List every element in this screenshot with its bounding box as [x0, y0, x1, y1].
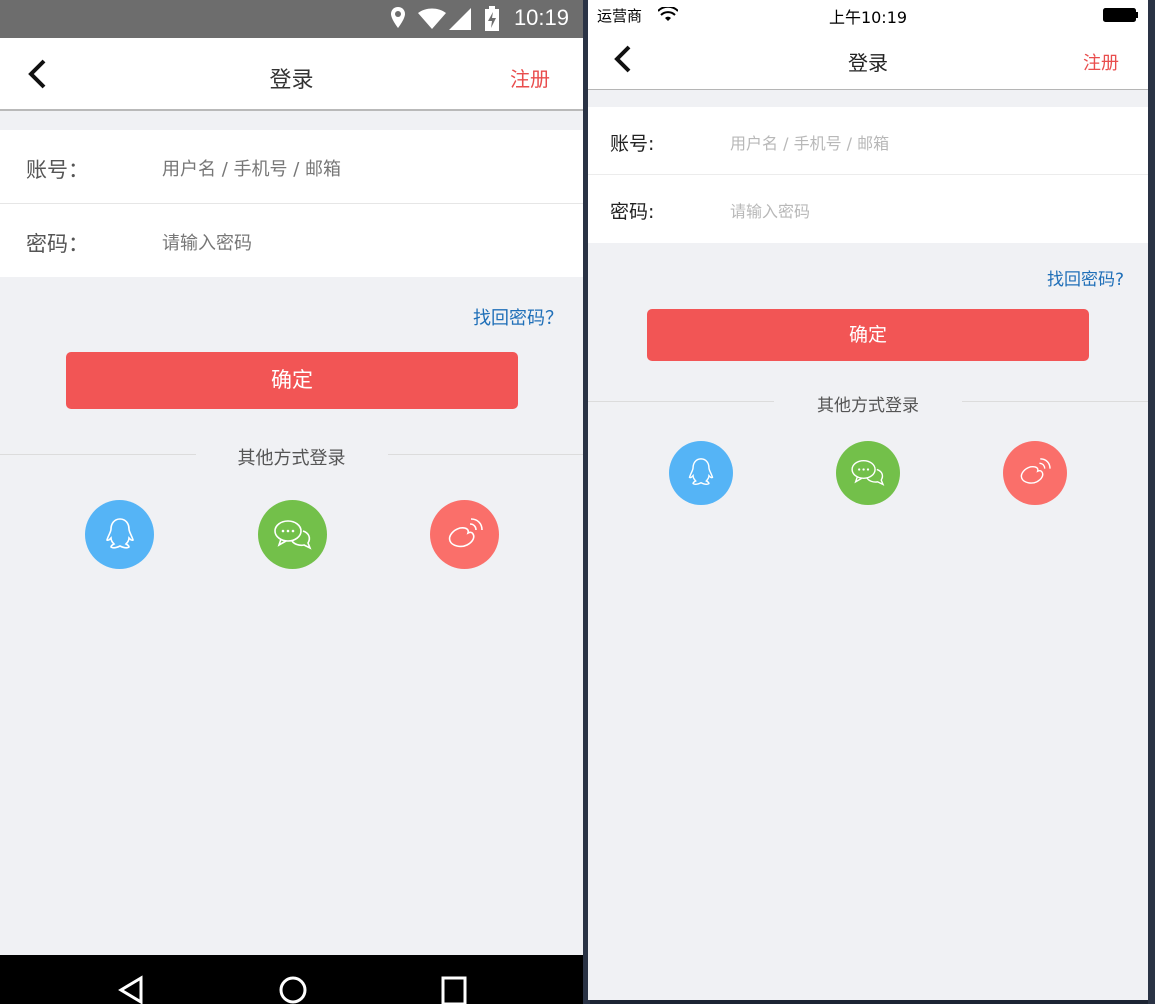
weibo-login-button[interactable]	[430, 500, 499, 569]
account-row[interactable]: 账号: 用户名 / 手机号 / 邮箱	[588, 107, 1148, 175]
weibo-icon	[448, 517, 483, 547]
wechat-login-button[interactable]	[836, 441, 900, 505]
other-login-label: 其他方式登录	[237, 448, 346, 469]
page-title: 登录	[848, 51, 888, 75]
page-title: 登录	[269, 68, 314, 93]
weibo-login-button[interactable]	[1003, 441, 1067, 505]
battery-icon	[1103, 8, 1138, 22]
qq-icon	[105, 517, 134, 549]
register-button[interactable]: 注册	[1083, 49, 1119, 75]
qq-login-button[interactable]	[85, 500, 154, 569]
password-input[interactable]: 请输入密码	[162, 229, 252, 255]
confirm-button[interactable]: 确定	[66, 352, 518, 409]
wechat-icon	[273, 519, 312, 550]
password-row[interactable]: 密码： 请输入密码	[0, 204, 583, 277]
password-label: 密码:	[610, 201, 655, 223]
wechat-icon	[851, 459, 885, 486]
wechat-login-button[interactable]	[258, 500, 327, 569]
account-row[interactable]: 账号： 用户名 / 手机号 / 邮箱	[0, 130, 583, 204]
signal-icon	[449, 8, 471, 30]
wifi-icon	[418, 8, 446, 29]
nav-bar: 登录 注册	[588, 30, 1148, 90]
forgot-password-link[interactable]: 找回密码？	[473, 304, 563, 330]
password-label: 密码：	[26, 232, 89, 256]
home-circle-icon[interactable]	[278, 975, 308, 1004]
status-bar: 运营商 上午10:19	[588, 0, 1148, 30]
weibo-icon	[1020, 458, 1051, 484]
status-time: 10:19	[513, 5, 569, 30]
account-input[interactable]: 用户名 / 手机号 / 邮箱	[162, 155, 341, 181]
account-input[interactable]: 用户名 / 手机号 / 邮箱	[730, 130, 889, 154]
ios-screen: 运营商 上午10:19 登录 注册 账号: 用户名 / 手机号 / 邮箱 密码:…	[588, 0, 1148, 1000]
qq-login-button[interactable]	[669, 441, 733, 505]
password-input[interactable]: 请输入密码	[730, 198, 810, 222]
battery-charging-icon	[485, 6, 499, 31]
android-screen: 10:19 登录 注册 账号： 用户名 / 手机号 / 邮箱 密码： 请输入密码…	[0, 0, 583, 1004]
password-row[interactable]: 密码: 请输入密码	[588, 175, 1148, 243]
nav-bar: 登录 注册	[0, 38, 583, 111]
window-edge	[1148, 0, 1155, 1004]
register-button[interactable]: 注册	[510, 63, 550, 92]
android-nav-bar	[0, 955, 583, 1004]
account-label: 账号：	[26, 158, 89, 182]
confirm-button[interactable]: 确定	[647, 309, 1089, 361]
account-label: 账号:	[610, 133, 655, 155]
status-time: 上午10:19	[828, 8, 908, 27]
back-triangle-icon[interactable]	[118, 975, 144, 1004]
login-form: 账号: 用户名 / 手机号 / 邮箱 密码: 请输入密码	[588, 107, 1148, 243]
location-icon	[391, 7, 405, 28]
login-form: 账号： 用户名 / 手机号 / 邮箱 密码： 请输入密码	[0, 130, 583, 277]
forgot-password-link[interactable]: 找回密码?	[1047, 265, 1124, 290]
other-login-divider: 其他方式登录	[588, 390, 1148, 416]
recents-square-icon[interactable]	[440, 975, 468, 1004]
other-login-label: 其他方式登录	[817, 396, 919, 416]
qq-icon	[688, 458, 714, 486]
status-bar: 10:19	[0, 0, 583, 38]
other-login-divider: 其他方式登录	[0, 443, 583, 469]
